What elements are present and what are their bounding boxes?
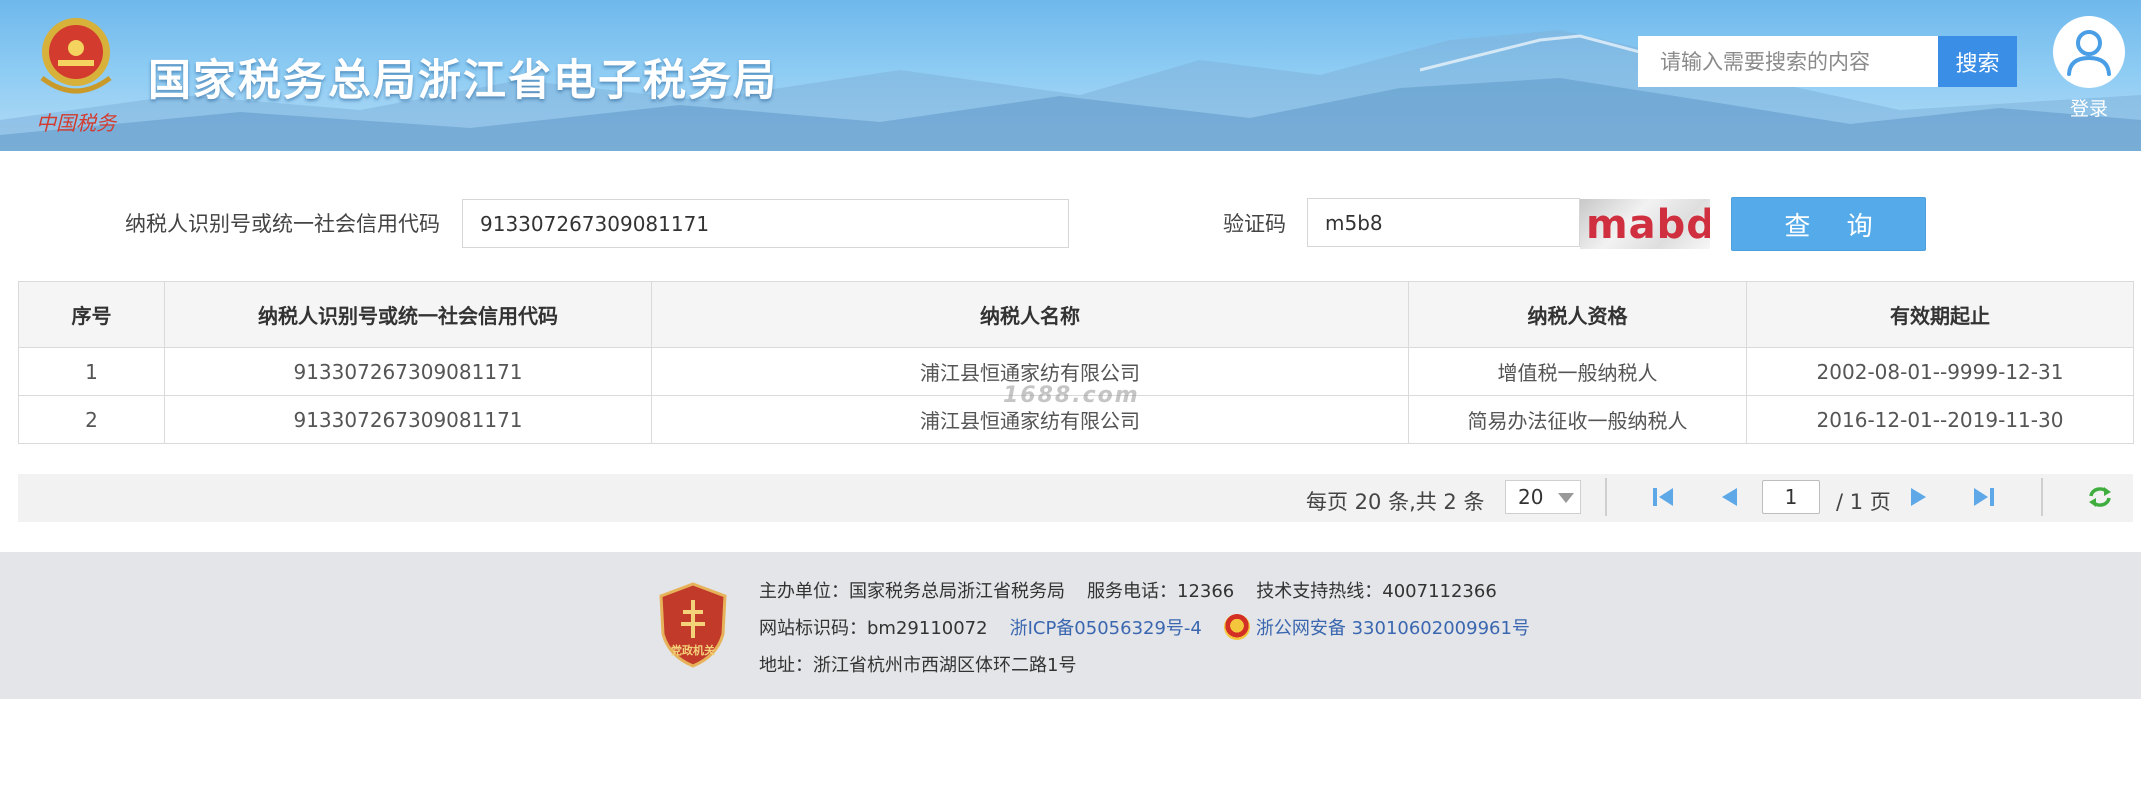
total-pages-label: / 1 页 [1836, 490, 1891, 514]
taxid-label: 纳税人识别号或统一社会信用代码 [125, 212, 440, 236]
search-input[interactable] [1638, 36, 1938, 87]
first-page-icon[interactable] [1650, 484, 1676, 510]
query-button[interactable]: 查 询 [1731, 197, 1926, 251]
current-page-input[interactable] [1762, 480, 1820, 514]
cell-validity: 2016-12-01--2019-11-30 [1746, 395, 2134, 444]
login-link[interactable]: 登录 [2050, 16, 2128, 121]
column-header-taxid: 纳税人识别号或统一社会信用代码 [164, 281, 652, 348]
footer-host: 主办单位：国家税务总局浙江省税务局 [759, 581, 1065, 602]
captcha-label: 验证码 [1223, 212, 1286, 236]
result-table: 序号 纳税人识别号或统一社会信用代码 纳税人名称 纳税人资格 有效期起止 1 9… [18, 281, 2134, 444]
footer-support-hotline: 技术支持热线：4007112366 [1256, 581, 1497, 602]
cell-taxid: 913307267309081171 [164, 347, 652, 396]
site-header: 中国税务 国家税务总局浙江省电子税务局 搜索 登录 [0, 0, 2141, 151]
captcha-image[interactable]: mabd [1580, 199, 1710, 249]
table-header-row: 序号 纳税人识别号或统一社会信用代码 纳税人名称 纳税人资格 有效期起止 [18, 281, 2134, 348]
chevron-down-icon [1558, 493, 1574, 503]
cell-index: 2 [18, 395, 165, 444]
pager-divider [1605, 478, 1607, 516]
icp-link[interactable]: 浙ICP备05056329号-4 [1010, 618, 1202, 639]
watermark: 1688.com [1003, 383, 1140, 408]
cell-qualification: 简易办法征收一般纳税人 [1408, 395, 1747, 444]
next-page-icon[interactable] [1906, 484, 1932, 510]
captcha-image-text: mabd [1586, 202, 1710, 248]
footer-address: 地址：浙江省杭州市西湖区体环二路1号 [759, 655, 1077, 676]
footer-address-line: 地址：浙江省杭州市西湖区体环二路1号 [759, 651, 1076, 677]
pagination-summary: 每页 20 条,共 2 条 [1306, 490, 1485, 514]
pager-divider [2041, 478, 2043, 516]
footer-logo-text: 党政机关 [671, 643, 715, 657]
cell-qualification: 增值税一般纳税人 [1408, 347, 1747, 396]
cell-validity: 2002-08-01--9999-12-31 [1746, 347, 2134, 396]
refresh-icon[interactable] [2086, 484, 2114, 510]
search-button[interactable]: 搜索 [1938, 36, 2017, 87]
column-header-validity: 有效期起止 [1746, 281, 2134, 348]
page-size-value: 20 [1518, 485, 1544, 509]
captcha-input[interactable] [1307, 198, 1580, 247]
column-header-name: 纳税人名称 [651, 281, 1409, 348]
footer-service-phone: 服务电话：12366 [1087, 581, 1235, 602]
column-header-qualification: 纳税人资格 [1408, 281, 1747, 348]
site-title: 国家税务总局浙江省电子税务局 [148, 56, 778, 106]
police-badge-icon [1223, 614, 1250, 640]
taxid-input[interactable] [462, 199, 1069, 248]
footer-record-line: 网站标识码：bm29110072 浙ICP备05056329号-4 浙公网安备 33… [759, 614, 1530, 640]
cell-taxid: 913307267309081171 [164, 395, 652, 444]
police-record-link[interactable]: 浙公网安备 33010602009961号 [1256, 618, 1530, 639]
user-avatar-icon[interactable] [2053, 16, 2125, 88]
column-header-index: 序号 [18, 281, 165, 348]
emblem-caption: 中国税务 [36, 111, 118, 135]
party-government-logo-icon[interactable]: 党政机关 [657, 582, 729, 668]
login-label[interactable]: 登录 [2050, 94, 2128, 121]
national-emblem-icon: 中国税务 [36, 18, 118, 135]
prev-page-icon[interactable] [1716, 484, 1742, 510]
footer-host-line: 主办单位：国家税务总局浙江省税务局 服务电话：12366 技术支持热线：400711… [759, 577, 1497, 603]
footer-site-code: 网站标识码：bm29110072 [759, 618, 988, 639]
cell-index: 1 [18, 347, 165, 396]
last-page-icon[interactable] [1971, 484, 1997, 510]
page-size-select[interactable]: 20 [1505, 480, 1581, 514]
